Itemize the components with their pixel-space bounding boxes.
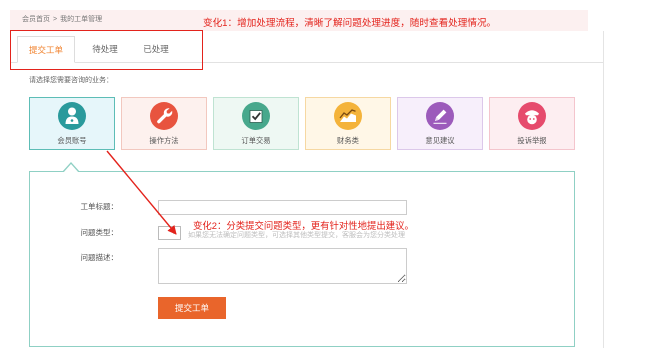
ticket-title-input[interactable]	[158, 200, 407, 215]
breadcrumb-separator: >	[53, 16, 58, 23]
category-card-suggestion[interactable]: 意见建议	[397, 97, 483, 150]
ticket-title-label: 工单标题：	[80, 202, 119, 211]
ticket-page: 会员首页 > 我的工单管理 变化1：增加处理流程，清晰了解问题处理进度，随时查看处理…	[0, 0, 650, 348]
category-card-complaint[interactable]: 投诉举报	[489, 97, 575, 150]
category-prompt: 请选择您需要咨询的业务：	[29, 77, 113, 84]
chart-icon	[334, 102, 362, 130]
wrench-icon	[150, 102, 178, 130]
chevron-down-icon: ▼	[171, 230, 177, 236]
category-label: 意见建议	[425, 136, 455, 145]
issue-type-select[interactable]: ▼	[158, 226, 181, 240]
category-label: 操作方法	[149, 136, 179, 145]
category-label: 会员账号	[57, 136, 87, 145]
category-card-member-account[interactable]: 会员账号	[29, 97, 115, 150]
category-label: 财务类	[337, 136, 359, 145]
user-icon	[58, 102, 86, 130]
officer-icon	[518, 102, 546, 130]
issue-description-label: 问题描述：	[80, 253, 119, 262]
annotation-change-1: 变化1：增加处理流程，清晰了解问题处理进度，随时查看处理情况。	[203, 18, 497, 29]
category-card-order-trade[interactable]: 订单交易	[213, 97, 299, 150]
pencil-icon	[426, 102, 454, 130]
category-label: 投诉举报	[517, 136, 547, 145]
checkbox-icon	[242, 102, 270, 130]
breadcrumb-home-link[interactable]: 会员首页	[22, 16, 50, 23]
annotation-tabs-highlight-box	[10, 30, 203, 70]
issue-description-textarea[interactable]	[158, 248, 407, 284]
panel-pointer-fill	[63, 164, 79, 173]
category-label: 订单交易	[241, 136, 271, 145]
issue-type-hint: 如果您无法确定问题类型，可选择其他类型提交，客服会为您分类处理	[188, 232, 405, 239]
issue-type-label: 问题类型：	[80, 228, 119, 237]
content-right-border	[603, 31, 604, 348]
breadcrumb: 会员首页 > 我的工单管理	[22, 15, 102, 24]
submit-ticket-button[interactable]: 提交工单	[158, 297, 226, 319]
breadcrumb-current: 我的工单管理	[60, 16, 103, 23]
annotation-change-2: 变化2：分类提交问题类型，更有针对性地提出建议。	[193, 220, 414, 231]
category-card-finance[interactable]: 财务类	[305, 97, 391, 150]
category-card-operation-method[interactable]: 操作方法	[121, 97, 207, 150]
